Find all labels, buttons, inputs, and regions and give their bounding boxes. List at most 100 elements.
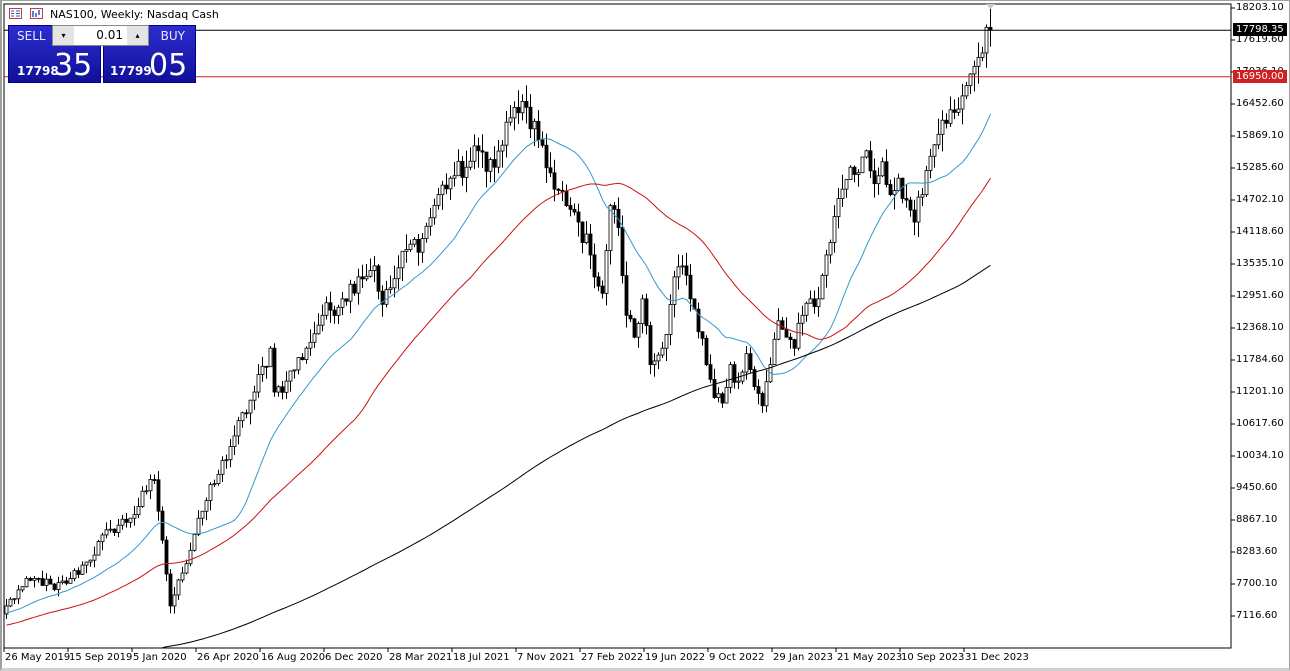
y-tick-label: 16452.60 [1236, 98, 1284, 109]
lot-decrease-icon[interactable]: ▾ [53, 26, 74, 45]
candle-body-down [168, 573, 173, 607]
candle-body-down [484, 151, 489, 172]
candle-body-up [932, 144, 937, 157]
candle-body-down [872, 170, 877, 185]
y-tick-label: 7700.10 [1236, 578, 1278, 589]
y-tick-label: 12368.10 [1236, 322, 1284, 333]
candle-body-down [76, 570, 81, 575]
candle [864, 149, 869, 159]
lot-increase-icon[interactable]: ▴ [127, 26, 148, 45]
candle-body-down [852, 166, 857, 175]
candle-body-up [216, 473, 221, 485]
candle-body-up [292, 369, 297, 372]
x-tick-label: 16 Aug 2020 [261, 652, 326, 663]
candle [96, 539, 101, 556]
candle-body-up [864, 150, 869, 158]
candle-body-up [472, 145, 477, 162]
candle-body-down [624, 275, 629, 316]
candle-body-down [944, 119, 949, 124]
candle-body-down [780, 320, 785, 330]
candle-body-up [428, 217, 433, 227]
candle-body-up [896, 177, 901, 191]
one-click-trading-panel: SELL 17798 35 BUY 17799 05 ▾ 0.01 ▴ [8, 25, 196, 83]
candle-body-down [708, 364, 713, 380]
candle-body-down [64, 580, 69, 584]
candle-body-up [180, 572, 185, 581]
x-tick-label: 31 Dec 2023 [965, 652, 1029, 663]
price-chart[interactable] [0, 0, 1290, 671]
candle-body-up [356, 276, 361, 294]
lot-size-input[interactable]: 0.01 [74, 26, 127, 45]
candle-body-up [200, 510, 205, 519]
candle-body-up [276, 386, 281, 393]
symbol-list-icon[interactable] [9, 8, 22, 19]
candle-body-up [308, 341, 313, 349]
candle-body-up [220, 460, 225, 475]
candle [192, 533, 197, 552]
candle-body-up [20, 586, 25, 591]
candle-body-down [492, 159, 497, 168]
candle-body-up [916, 196, 921, 223]
y-tick-label: 13535.10 [1236, 258, 1284, 269]
candle-body-down [760, 393, 765, 407]
candle-body-up [320, 314, 325, 326]
candle-body-down [788, 336, 793, 341]
candle-body-up [660, 347, 665, 356]
candle-body-up [84, 561, 89, 566]
candle-body-down [112, 528, 117, 533]
candle-body-up [408, 243, 413, 250]
candle-body-down [524, 101, 529, 108]
candle-body-up [388, 287, 393, 291]
candle-body-up [820, 274, 825, 300]
x-tick-label: 26 Apr 2020 [197, 652, 259, 663]
candle-body-down [588, 233, 593, 256]
buy-price-small: 17799 [110, 64, 152, 78]
candle-body-down [556, 188, 561, 191]
buy-label: BUY [160, 29, 185, 43]
candle-body-down [48, 578, 53, 585]
plot-area [3, 3, 1232, 649]
candle-body-up [800, 314, 805, 324]
candle-body-up [892, 190, 897, 196]
y-tick-label: 18203.10 [1236, 2, 1284, 13]
candle-body-up [148, 479, 153, 492]
candle-body-down [632, 318, 637, 338]
candle-body-up [940, 119, 945, 135]
lot-size-stepper[interactable]: ▾ 0.01 ▴ [52, 25, 149, 46]
candle-body-down [544, 144, 549, 169]
candle-body-down [476, 145, 481, 152]
candle-body-up [348, 283, 353, 302]
level-price-label: 16950.00 [1233, 69, 1287, 83]
candle-body-up [604, 250, 609, 294]
candle-body-down [704, 337, 709, 366]
candle-body-up [420, 238, 425, 253]
candle-body-down [904, 198, 909, 201]
candle-body-up [136, 506, 141, 516]
candle-body-up [256, 374, 261, 393]
candle-body-up [948, 109, 953, 124]
candle-body-up [764, 381, 769, 407]
y-tick-label: 12951.60 [1236, 290, 1284, 301]
candle-body-up [372, 265, 377, 271]
candle-body-down [620, 227, 625, 277]
candle-body-down [596, 276, 601, 287]
candle-body-up [980, 52, 985, 58]
candle-body-down [688, 274, 693, 300]
candle-body-up [96, 541, 101, 556]
candle-body-up [236, 420, 241, 437]
candle-body-up [680, 265, 685, 268]
candle-body-down [812, 298, 817, 308]
candle-body-up [208, 484, 213, 501]
candle-body-down [264, 365, 269, 368]
x-tick-label: 18 Jul 2021 [453, 652, 510, 663]
chart-title: NAS100, Weekly: Nasdaq Cash [50, 8, 219, 21]
candle-body-up [104, 529, 109, 536]
candle-body-up [196, 517, 201, 535]
sell-price-small: 17798 [17, 64, 59, 78]
candle-body-up [24, 578, 29, 588]
candle-body-down [244, 412, 249, 415]
chart-window-icon[interactable] [30, 8, 43, 19]
candle-body-down [888, 184, 893, 196]
candle-body-up [56, 582, 61, 590]
candle-body-up [716, 393, 721, 398]
